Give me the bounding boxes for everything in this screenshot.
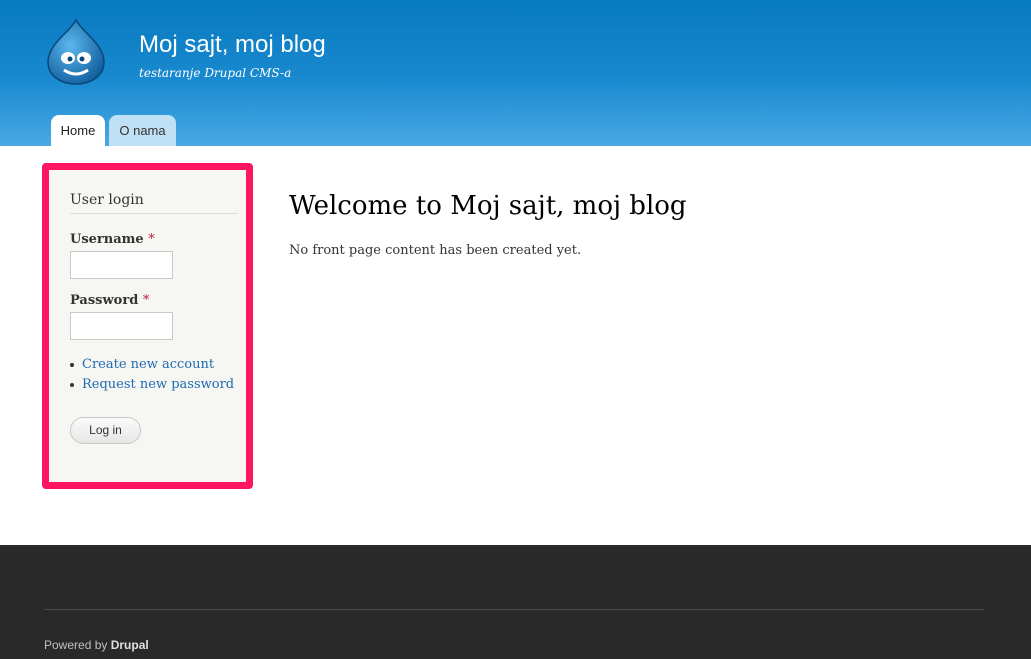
- username-input[interactable]: [70, 251, 173, 279]
- footer-divider: [44, 609, 984, 610]
- login-links-list: Create new account Request new password: [70, 355, 234, 395]
- powered-by: Powered by Drupal: [44, 638, 149, 652]
- request-password-link[interactable]: Request new password: [70, 375, 234, 395]
- block-title: User login: [70, 192, 238, 214]
- user-login-block: User login Username * Password * Create …: [42, 163, 253, 489]
- create-account-link[interactable]: Create new account: [70, 355, 234, 375]
- username-label-text: Username: [70, 232, 144, 247]
- password-label-text: Password: [70, 293, 139, 308]
- username-label: Username *: [70, 232, 155, 247]
- powered-by-prefix: Powered by: [44, 638, 108, 652]
- required-marker: *: [148, 232, 155, 247]
- password-label: Password *: [70, 293, 149, 308]
- site-header: Moj sajt, moj blog testaranje Drupal CMS…: [0, 0, 1031, 146]
- login-button[interactable]: Log in: [70, 417, 141, 444]
- drupal-logo-icon[interactable]: [46, 18, 106, 86]
- site-footer: Powered by Drupal: [0, 545, 1031, 659]
- page-title: Welcome to Moj sajt, moj blog: [289, 191, 687, 221]
- site-name[interactable]: Moj sajt, moj blog: [139, 31, 326, 59]
- tab-o-nama[interactable]: O nama: [109, 115, 176, 146]
- tab-home[interactable]: Home: [51, 115, 105, 146]
- site-slogan: testaranje Drupal CMS-a: [139, 66, 292, 80]
- required-marker: *: [142, 293, 150, 308]
- page-content-text: No front page content has been created y…: [289, 243, 582, 258]
- drupal-link[interactable]: Drupal: [111, 638, 149, 652]
- password-input[interactable]: [70, 312, 173, 340]
